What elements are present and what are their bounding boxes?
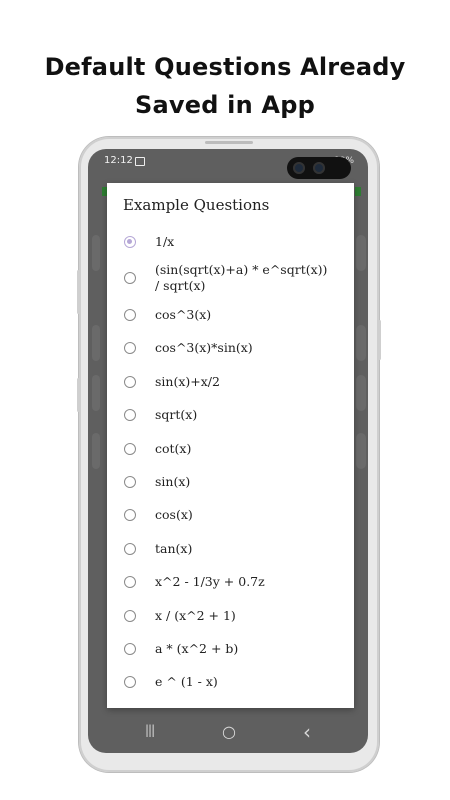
volume-button <box>77 270 80 314</box>
question-option[interactable]: cos^3(x)*sin(x) <box>107 332 354 365</box>
question-option-label: x^2 - 1/3y + 0.7z <box>155 574 265 590</box>
question-option[interactable]: sqrt(x) <box>107 399 354 432</box>
question-option-label: cos(x) <box>155 507 193 523</box>
question-option[interactable]: sin(x)+x/2 <box>107 365 354 398</box>
question-option-label: cos^3(x)*sin(x) <box>155 340 253 356</box>
promo-headline: Default Questions Already Saved in App <box>0 48 450 124</box>
background-field-5 <box>92 375 100 411</box>
question-option[interactable]: cot(x) <box>107 432 354 465</box>
background-field-1 <box>92 235 100 271</box>
question-option-label: sin(x)+x/2 <box>155 373 220 389</box>
radio-button-icon[interactable] <box>124 609 136 622</box>
question-option[interactable]: 1/x <box>107 225 354 258</box>
headline-line-1: Default Questions Already <box>44 53 406 81</box>
question-option-label: e ^ (1 - x) <box>155 674 218 690</box>
dialog-title: Example Questions <box>123 196 270 214</box>
status-time: 12:12 <box>104 155 133 166</box>
radio-button-icon[interactable] <box>124 309 136 322</box>
radio-button-icon[interactable] <box>124 272 136 285</box>
background-field-6 <box>356 375 366 411</box>
background-field-2 <box>356 235 366 271</box>
question-options-list[interactable]: 1/x (sin(sqrt(x)+a) * e^sqrt(x)) / sqrt(x… <box>107 225 354 708</box>
bixby-button <box>77 378 80 412</box>
radio-button-icon[interactable] <box>124 235 136 248</box>
radio-button-icon[interactable] <box>124 409 136 422</box>
question-option[interactable]: cos^3(x) <box>107 298 354 331</box>
question-option-label: a * (x^2 + b) <box>155 640 239 656</box>
question-option-label: cos^3(x) <box>155 307 212 323</box>
front-camera-icon <box>287 157 351 179</box>
question-option[interactable]: e ^ (1 - x) <box>107 666 354 699</box>
question-option-label: x / (x^2 + 1) <box>155 607 236 623</box>
radio-button-icon[interactable] <box>124 509 136 522</box>
app-bar-accent-right <box>355 187 361 196</box>
question-option-label: sqrt(x) <box>155 407 198 423</box>
question-option[interactable]: a * (x^2 + b) <box>107 632 354 665</box>
question-option[interactable]: tan(x) <box>107 532 354 565</box>
background-field-4 <box>356 325 366 361</box>
headline-line-2: Saved in App <box>135 91 315 119</box>
background-field-3 <box>92 325 100 361</box>
gallery-notification-icon <box>135 157 145 166</box>
background-field-8 <box>356 433 366 469</box>
radio-button-icon[interactable] <box>124 476 136 489</box>
question-option-label: tan(x) <box>155 540 193 556</box>
back-button-icon[interactable]: ‹ <box>303 720 311 744</box>
earpiece <box>205 141 253 144</box>
question-option[interactable]: sqrt(x + 1)^7 <box>107 699 354 709</box>
radio-button-icon[interactable] <box>124 642 136 655</box>
question-option[interactable]: cos(x) <box>107 499 354 532</box>
example-questions-dialog: Example Questions 1/x (sin(sqrt(x)+a) * e… <box>107 183 354 708</box>
radio-button-icon[interactable] <box>124 342 136 355</box>
recents-button-icon[interactable]: ||| <box>145 723 155 737</box>
radio-button-icon[interactable] <box>124 676 136 689</box>
navigation-bar: ||| ○ ‹ <box>88 713 368 753</box>
question-option[interactable]: x / (x^2 + 1) <box>107 599 354 632</box>
radio-button-icon[interactable] <box>124 442 136 455</box>
home-button-icon[interactable]: ○ <box>222 722 236 741</box>
radio-button-icon[interactable] <box>124 542 136 555</box>
question-option[interactable]: x^2 - 1/3y + 0.7z <box>107 566 354 599</box>
question-option-label: sin(x) <box>155 474 191 490</box>
question-option-label: (sin(sqrt(x)+a) * e^sqrt(x)) / sqrt(x) <box>155 262 328 294</box>
question-option[interactable]: (sin(sqrt(x)+a) * e^sqrt(x)) / sqrt(x) <box>107 258 354 298</box>
question-option-label: 1/x <box>155 233 175 249</box>
power-button <box>378 320 381 360</box>
question-option-label: cot(x) <box>155 440 192 456</box>
radio-button-icon[interactable] <box>124 576 136 589</box>
radio-button-icon[interactable] <box>124 375 136 388</box>
background-field-7 <box>92 433 100 469</box>
question-option[interactable]: sin(x) <box>107 465 354 498</box>
